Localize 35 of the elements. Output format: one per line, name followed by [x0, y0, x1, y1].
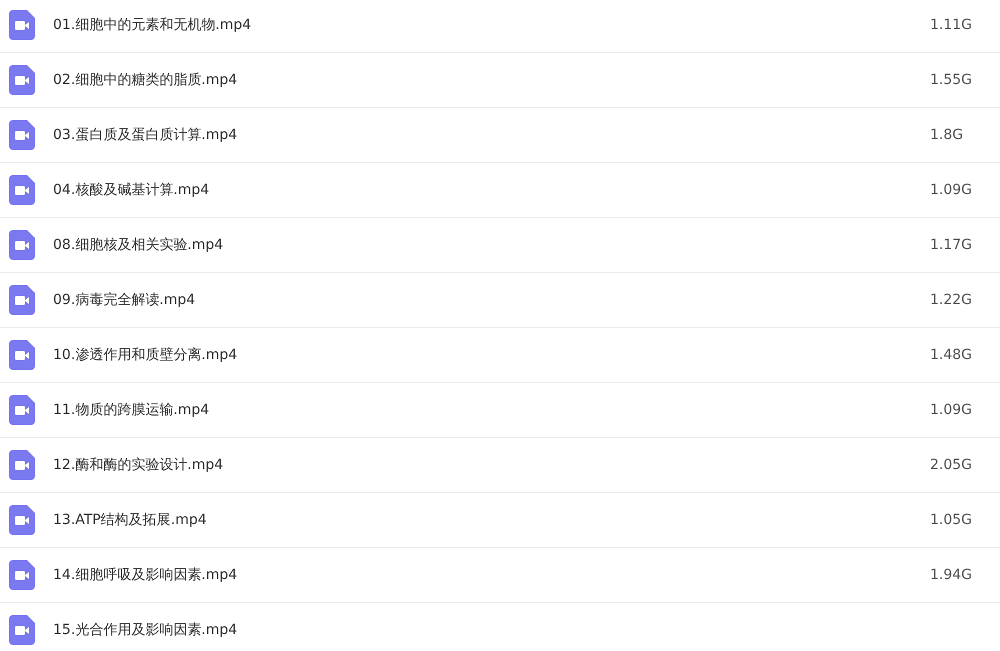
file-name[interactable]: 03.蛋白质及蛋白质计算.mp4	[53, 126, 930, 144]
file-name[interactable]: 01.细胞中的元素和无机物.mp4	[53, 16, 930, 34]
video-file-icon	[9, 285, 35, 315]
file-name[interactable]: 11.物质的跨膜运输.mp4	[53, 401, 930, 419]
file-size: 1.05G	[930, 512, 974, 528]
video-file-icon	[9, 395, 35, 425]
video-file-icon	[9, 505, 35, 535]
file-size: 2.05G	[930, 457, 974, 473]
file-size: 1.09G	[930, 182, 974, 198]
file-size: 1.8G	[930, 127, 964, 143]
file-name[interactable]: 09.病毒完全解读.mp4	[53, 291, 930, 309]
video-file-icon	[9, 450, 35, 480]
video-file-icon	[9, 230, 35, 260]
file-name[interactable]: 14.细胞呼吸及影响因素.mp4	[53, 566, 930, 584]
file-name[interactable]: 02.细胞中的糖类的脂质.mp4	[53, 71, 930, 89]
video-file-icon	[9, 65, 35, 95]
file-size: 1.55G	[930, 72, 974, 88]
file-size: 1.22G	[930, 292, 974, 308]
video-file-icon	[9, 340, 35, 370]
video-file-icon	[9, 615, 35, 645]
file-size: 1.09G	[930, 402, 974, 418]
file-name[interactable]: 13.ATP结构及拓展.mp4	[53, 511, 930, 529]
video-file-icon	[9, 175, 35, 205]
video-file-icon	[9, 120, 35, 150]
video-file-icon	[9, 560, 35, 590]
video-file-icon	[9, 10, 35, 40]
file-name[interactable]: 12.酶和酶的实验设计.mp4	[53, 456, 930, 474]
file-size: 1.48G	[930, 347, 974, 363]
file-size: 1.94G	[930, 567, 974, 583]
file-name[interactable]: 04.核酸及碱基计算.mp4	[53, 181, 930, 199]
file-name[interactable]: 08.细胞核及相关实验.mp4	[53, 236, 930, 254]
file-name[interactable]: 10.渗透作用和质壁分离.mp4	[53, 346, 930, 364]
file-name[interactable]: 15.光合作用及影响因素.mp4	[53, 621, 1000, 639]
file-size: 1.17G	[930, 237, 974, 253]
file-size: 1.11G	[930, 17, 974, 33]
